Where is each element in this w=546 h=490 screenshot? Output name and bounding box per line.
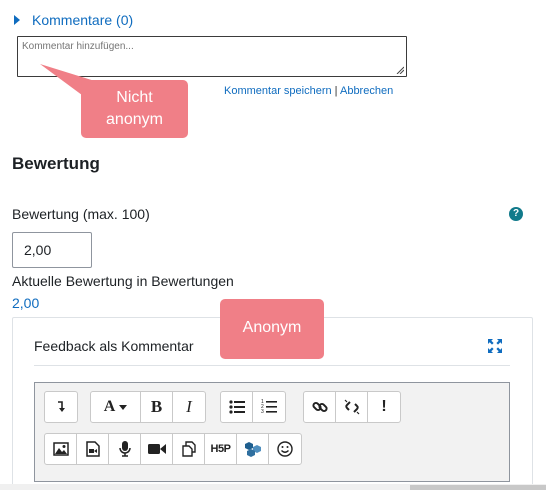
accessibility-check-icon: ! (381, 398, 387, 415)
accessibility-check-button[interactable]: ! (368, 392, 400, 422)
feedback-title: Feedback als Kommentar (34, 338, 194, 354)
callout-anonymous-text: Anonym (242, 319, 302, 336)
media-icon (85, 441, 100, 457)
bold-icon: B (150, 397, 163, 416)
save-comment-link[interactable]: Kommentar speichern (224, 85, 332, 97)
fullscreen-expand-icon[interactable] (488, 339, 502, 353)
grading-heading: Bewertung (12, 154, 100, 173)
record-audio-icon (118, 441, 131, 457)
insert-image-button[interactable] (45, 434, 77, 464)
current-grade-value[interactable]: 2,00 (12, 295, 39, 311)
comment-textarea-wrapper (17, 36, 407, 77)
callout-anonymous: Anonym (220, 299, 324, 359)
numbered-list-button[interactable]: 123 (253, 392, 285, 422)
numbered-list-icon: 123 (261, 399, 277, 415)
emoji-icon (277, 441, 293, 457)
collapse-icon (58, 401, 65, 412)
link-icon (311, 401, 328, 413)
insert-media-button[interactable] (77, 434, 109, 464)
italic-button[interactable]: I (173, 392, 205, 422)
separator: | (334, 85, 338, 97)
grade-input[interactable] (12, 232, 92, 268)
record-audio-button[interactable] (109, 434, 141, 464)
expand-triangle-icon (14, 15, 20, 25)
insert-h5p-button[interactable]: H5P (205, 434, 237, 464)
content-bank-icon (244, 442, 261, 457)
manage-files-button[interactable] (173, 434, 205, 464)
toolbar-group-text-style: A B I (90, 391, 206, 423)
editor-toolbar: A B I 123 ! H5P (34, 382, 510, 482)
link-button[interactable] (304, 392, 336, 422)
comment-actions: Kommentar speichern | Abbrechen (224, 85, 393, 97)
manage-files-icon (181, 441, 196, 457)
comments-toggle-label: Kommentare (0) (32, 12, 134, 28)
toolbar-group-collapse (44, 391, 78, 423)
cancel-comment-link[interactable]: Abbrechen (340, 85, 393, 97)
callout-not-anonymous: Nicht anonym (81, 80, 188, 138)
h5p-icon: H5P (210, 443, 231, 455)
content-bank-button[interactable] (237, 434, 269, 464)
italic-icon: I (186, 397, 192, 416)
current-grade-label: Aktuelle Bewertung in Bewertungen (12, 273, 234, 289)
bold-button[interactable]: B (141, 392, 173, 422)
insert-emoji-button[interactable] (269, 434, 301, 464)
comments-toggle[interactable]: Kommentare (0) (14, 12, 133, 28)
resize-grip-icon[interactable] (396, 66, 404, 74)
font-style-icon: A (103, 398, 116, 415)
svg-text:3: 3 (261, 409, 264, 415)
record-video-icon (147, 444, 166, 454)
toolbar-group-links: ! (303, 391, 401, 423)
horizontal-scrollbar[interactable] (0, 484, 546, 490)
image-icon (52, 442, 69, 456)
toolbar-group-media: H5P (44, 433, 302, 465)
scrollbar-thumb[interactable] (410, 485, 546, 490)
chevron-down-icon (119, 404, 128, 410)
font-style-button[interactable]: A (91, 392, 141, 422)
collapse-toolbar-button[interactable] (45, 392, 77, 422)
unlink-button[interactable] (336, 392, 368, 422)
comment-input[interactable] (18, 37, 406, 76)
grade-label: Bewertung (max. 100) (12, 206, 150, 222)
record-video-button[interactable] (141, 434, 173, 464)
callout-not-anonymous-text: Nicht anonym (106, 89, 163, 128)
help-icon[interactable]: ? (509, 207, 523, 221)
bullet-list-icon (228, 400, 245, 414)
unlink-icon (344, 399, 359, 415)
toolbar-group-lists: 123 (220, 391, 286, 423)
divider (34, 365, 510, 366)
bullet-list-button[interactable] (221, 392, 253, 422)
